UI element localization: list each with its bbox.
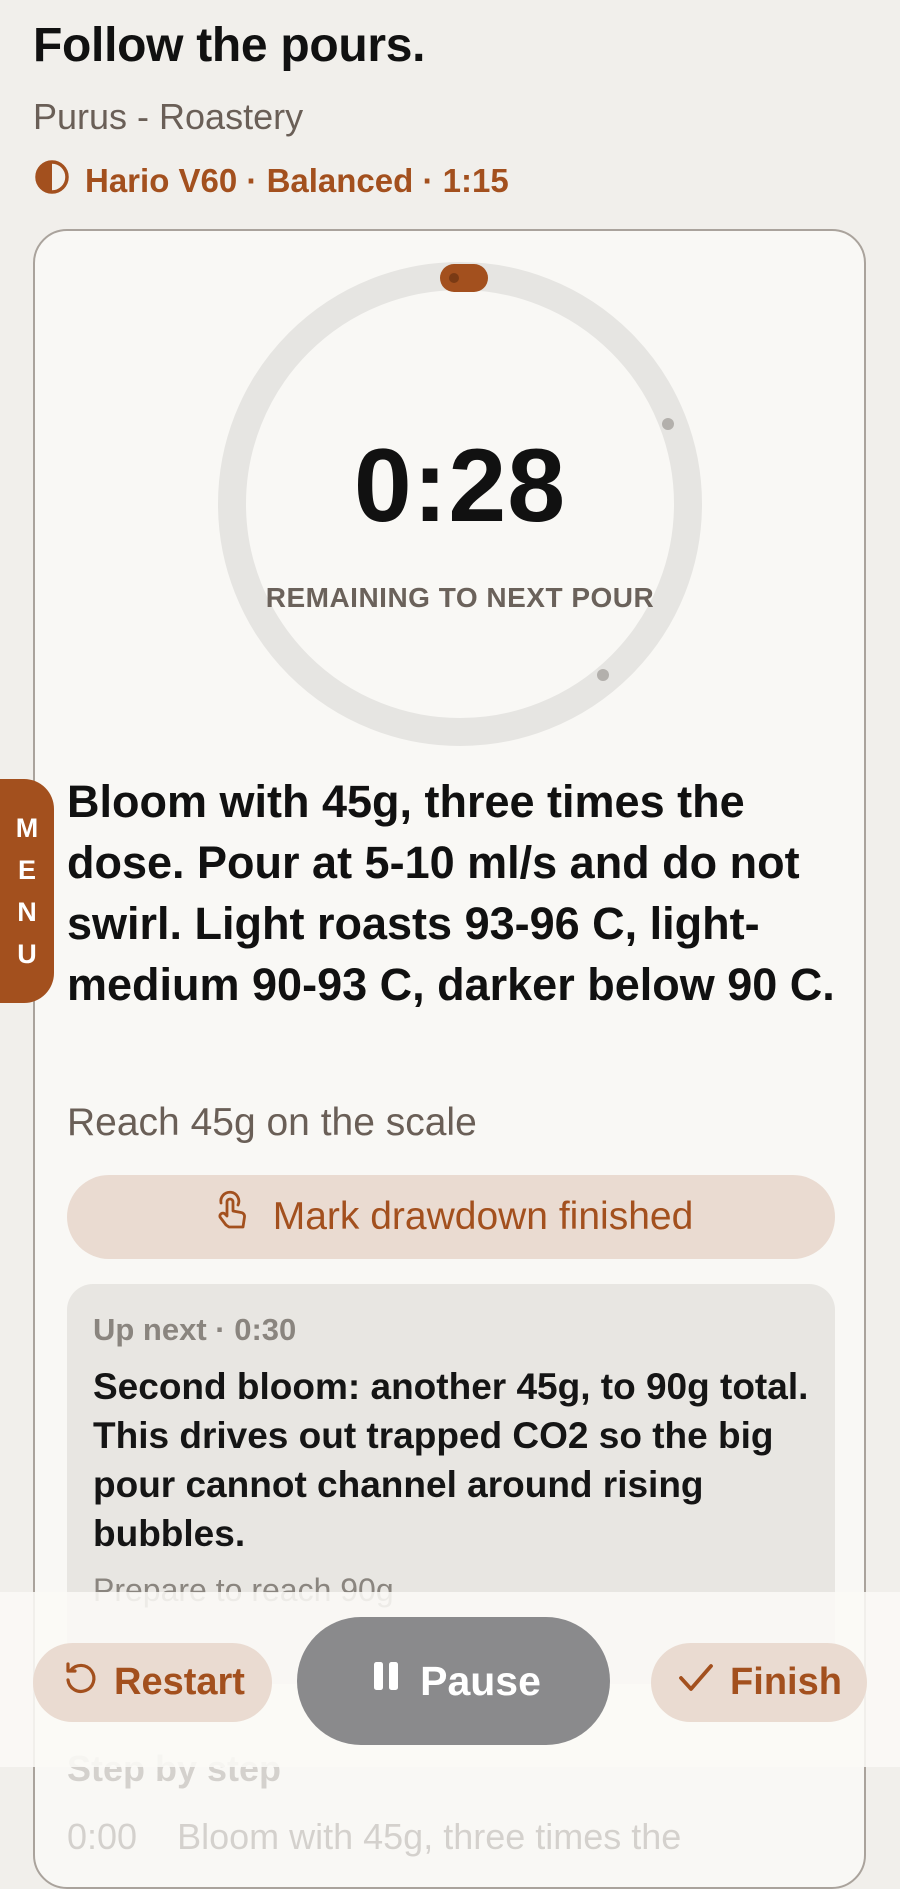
restart-icon — [60, 1658, 100, 1708]
restart-label: Restart — [114, 1661, 245, 1703]
up-next-instruction: Second bloom: another 45g, to 90g total.… — [93, 1366, 809, 1554]
step-list-item[interactable]: 0:00 Bloom with 45g, three times the — [67, 1816, 681, 1858]
timer-ring: 0:28 REMAINING TO NEXT POUR — [218, 262, 702, 746]
current-step-instruction: Bloom with 45g, three times the dose. Po… — [67, 776, 835, 1010]
progress-handle — [440, 264, 488, 292]
coffee-name: Purus - Roastery — [33, 96, 304, 137]
brew-summary: Hario V60 · Balanced · 1:15 — [33, 158, 509, 204]
menu-tab[interactable]: M E N U — [0, 779, 54, 1003]
step-time: 0:00 — [67, 1816, 138, 1857]
finish-button[interactable]: Finish — [651, 1643, 867, 1722]
up-next-header: Up next · 0:30 — [93, 1312, 297, 1347]
mark-drawdown-label: Mark drawdown finished — [272, 1195, 694, 1238]
mark-drawdown-button[interactable]: Mark drawdown finished — [67, 1175, 835, 1259]
half-circle-icon — [33, 158, 71, 204]
menu-letter: U — [17, 939, 37, 969]
restart-button[interactable]: Restart — [33, 1643, 272, 1722]
menu-letter: N — [17, 897, 37, 927]
checkmark-icon — [676, 1658, 716, 1708]
timer-label: REMAINING TO NEXT POUR — [265, 582, 655, 613]
pour-marker — [662, 418, 674, 430]
brew-summary-text: Hario V60 · Balanced · 1:15 — [85, 162, 509, 199]
pause-label: Pause — [420, 1657, 541, 1704]
pause-button[interactable]: Pause — [297, 1617, 610, 1745]
pour-marker — [449, 273, 459, 283]
page-title: Follow the pours. — [33, 19, 426, 72]
menu-letter: E — [17, 855, 36, 885]
pause-icon — [366, 1656, 406, 1706]
countdown-timer: 0:28 — [353, 428, 567, 544]
finish-label: Finish — [730, 1661, 842, 1703]
scale-target: Reach 45g on the scale — [67, 1101, 477, 1144]
bottom-control-bar: Restart Pause Finish — [0, 1592, 900, 1767]
tap-hand-icon — [209, 1189, 255, 1245]
menu-letter: M — [15, 813, 39, 843]
step-text: Bloom with 45g, three times the — [177, 1816, 682, 1857]
pour-marker — [597, 669, 609, 681]
